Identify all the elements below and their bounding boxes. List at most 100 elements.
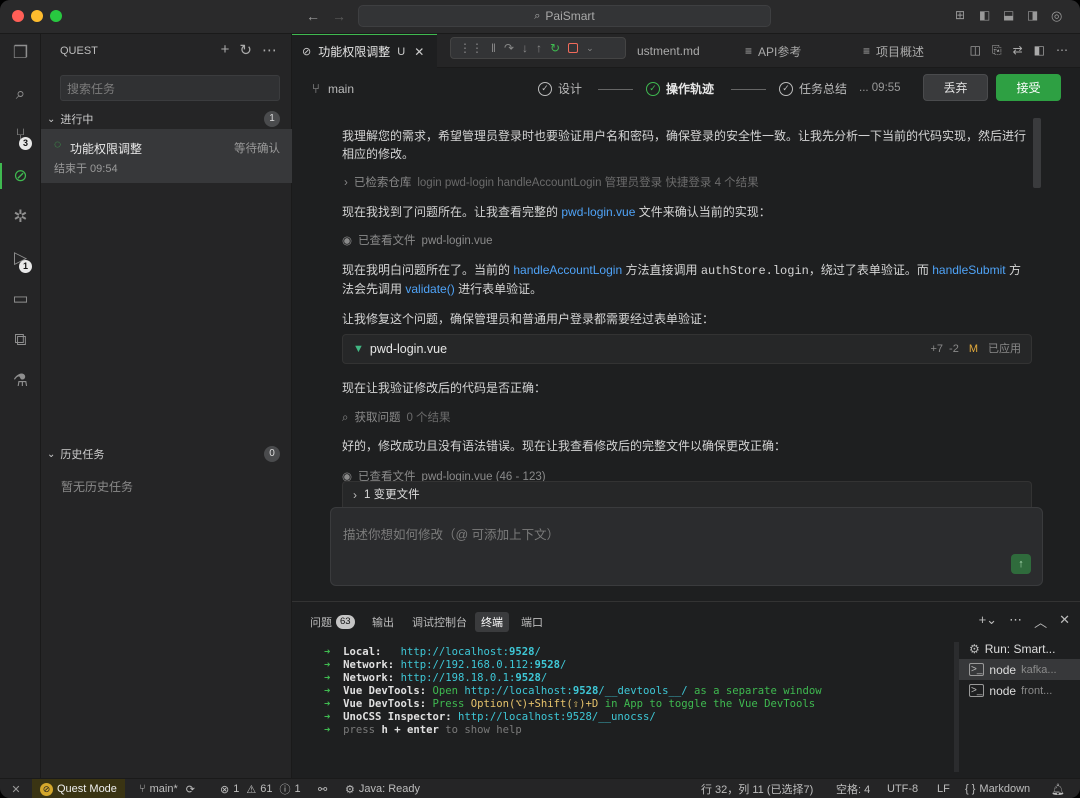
terminal-output[interactable]: ➜ Local: http://localhost:9528/ ➜ Networ… [324,646,822,737]
tab-ports[interactable]: 端口 [515,612,549,632]
step-out-icon[interactable]: ↑ [536,41,542,55]
term-url[interactable]: http://localhost:9528/__unocss/ [458,711,656,723]
tab-terminal[interactable]: 终端 [475,612,509,632]
split-right-icon[interactable]: ◧ [1034,43,1045,58]
tab-debug-console[interactable]: 调试控制台 [406,612,473,632]
term-url[interactable]: http://192.168.0.112: [401,659,535,671]
debug-launch-icon[interactable]: ⚯ [318,779,327,798]
toggle-secondary-sidebar-icon[interactable]: ◨ [1027,8,1038,22]
end-of-line[interactable]: LF [937,779,950,798]
add-icon[interactable]: + [221,41,230,59]
extensions-icon[interactable]: ⧉ [0,325,41,355]
run-debug-icon[interactable]: ▷ 1 [0,243,41,273]
compare-changes-icon[interactable]: ⇄ [1013,43,1023,58]
terminal-item-run[interactable]: ⚙ Run: Smart... [959,638,1080,659]
step-trace[interactable]: ✓ 操作轨迹 [646,80,714,97]
symbol-link[interactable]: handleAccountLogin [513,263,622,277]
symbol-link[interactable]: validate() [405,282,454,296]
restart-icon[interactable]: ↻ [550,41,560,55]
check-circle-icon: ✓ [646,81,660,96]
close-icon[interactable]: ✕ [414,45,424,59]
step-over-icon[interactable]: ↷ [504,41,514,55]
forward-arrow-icon[interactable]: → [332,8,346,24]
task-search-input[interactable]: 搜索任务 [60,75,280,101]
task-search-placeholder: 搜索任务 [67,81,116,96]
problems-indicator[interactable]: ⊗ 1 ⚠ 61 ⓘ 1 [220,779,301,798]
maximize-panel-icon[interactable]: ︿ [1034,612,1047,631]
task-item[interactable]: ◌ 功能权限调整 等待确认 结束于 09:54 [41,129,292,183]
quest-mode-indicator[interactable]: ⊘ Quest Mode [32,779,125,798]
search-icon[interactable]: ⌕ [0,79,41,109]
file-link[interactable]: pwd-login.vue [561,205,635,219]
term-label: Network: [343,672,395,684]
chat-scrollbar[interactable] [1033,118,1041,188]
send-button[interactable]: ↑ [1011,554,1031,574]
tab-problems[interactable]: 问题 63 [304,612,361,632]
back-arrow-icon[interactable]: ← [306,8,320,24]
refresh-icon[interactable]: ↻ [239,41,252,59]
sync-icon[interactable]: ⟳ [186,783,195,796]
more-icon[interactable]: ⋯ [1009,612,1022,631]
term-url[interactable]: http://localhost: [401,646,509,658]
changed-files-summary[interactable]: › 1 变更文件 [342,481,1032,507]
indentation[interactable]: 空格: 4 [836,779,870,798]
cursor-position[interactable]: 行 32，列 11 (已选择7) [701,779,813,798]
toggle-panel-icon[interactable]: ⬓ [1003,8,1014,22]
changed-file-card[interactable]: ▼ pwd-login.vue +7 -2 M 已应用 [342,334,1032,364]
encoding[interactable]: UTF-8 [887,779,918,798]
chevron-down-icon[interactable]: ⌄ [586,43,594,54]
tab-quest[interactable]: ⊘ 功能权限调整 U ✕ [292,34,437,68]
remote-icon[interactable]: ✕ [0,779,32,798]
step-into-icon[interactable]: ↓ [522,41,528,55]
window-title: PaiSmart [545,9,595,23]
remote-explorer-icon[interactable]: ▭ [0,284,41,314]
explorer-icon[interactable]: ❐ [0,38,41,68]
step-design[interactable]: ✓ 设计 [538,80,582,97]
customize-layout-icon[interactable]: ⊞ [955,8,965,22]
chat-composer[interactable]: 描述你想如何修改（@ 可添加上下文） ↑ [330,507,1043,586]
tab-output[interactable]: 输出 [366,612,400,632]
tab-markdown-file[interactable]: ustment.md [627,34,710,68]
tab-api-reference[interactable]: ≡ API参考 [735,34,811,68]
terminal-item-frontend[interactable]: >_ node front... [959,680,1080,701]
inline-code: authStore.login [700,264,809,278]
chat-message-1: 我理解您的需求，希望管理员登录时也要验证用户名和密码，确保登录的安全性一致。让我… [342,129,1027,161]
stop-icon[interactable] [568,43,579,53]
close-window-button[interactable] [12,10,24,22]
terminal-item-kafka[interactable]: >_ node kafka... [959,659,1080,680]
step-summary[interactable]: ✓ 任务总结 [779,80,847,97]
split-editor-icon[interactable]: ◫ [970,43,981,58]
symbol-link[interactable]: handleSubmit [932,263,1005,277]
extensions-graph-icon[interactable]: ✲ [0,202,41,232]
java-status[interactable]: ⚙ Java: Ready [345,779,420,798]
tab-project-overview[interactable]: ≡ 项目概述 [853,34,934,68]
account-icon[interactable]: ◎ [1051,8,1062,24]
command-center[interactable]: ⌕ PaiSmart [358,5,771,27]
minimize-window-button[interactable] [31,10,43,22]
get-problems-result[interactable]: ⌕ 获取问题 0 个结果 [342,409,451,427]
drag-handle-icon[interactable]: ⋮⋮ [459,41,483,55]
repo-search-result[interactable]: › 已检索仓库 login pwd-login handleAccountLog… [344,174,759,192]
new-terminal-icon[interactable]: +⌄ [979,612,997,631]
accept-button[interactable]: 接受 [996,74,1061,101]
term-url[interactable]: http://198.18.0.1: [401,672,516,684]
more-icon[interactable]: ⋯ [262,41,277,59]
open-file-icon[interactable]: ⎘ [992,43,1002,58]
source-control-icon[interactable]: ⑂ 3 [0,120,41,150]
testing-flask-icon[interactable]: ⚗ [0,366,41,396]
pause-icon[interactable]: ‖ [491,41,496,55]
branch-indicator[interactable]: ⑂ main* ⟳ [139,779,195,798]
toggle-sidebar-icon[interactable]: ◧ [979,8,990,22]
in-progress-section[interactable]: ⌄ 进行中 1 [41,108,292,130]
language-mode[interactable]: { } Markdown [965,779,1030,798]
history-section[interactable]: ⌄ 历史任务 0 [41,443,292,465]
quest-icon[interactable]: ⊘ [0,161,41,191]
close-panel-icon[interactable]: ✕ [1059,612,1070,631]
viewed-file-1[interactable]: ◉ 已查看文件 pwd-login.vue [342,232,493,250]
more-actions-icon[interactable]: ⋯ [1056,43,1068,58]
discard-button[interactable]: 丢弃 [923,74,988,101]
mode-label: Quest Mode [57,783,117,795]
term-url[interactable]: http://localhost: [464,685,572,697]
zoom-window-button[interactable] [50,10,62,22]
notifications-icon[interactable]: 🔔︎ [1051,779,1065,798]
